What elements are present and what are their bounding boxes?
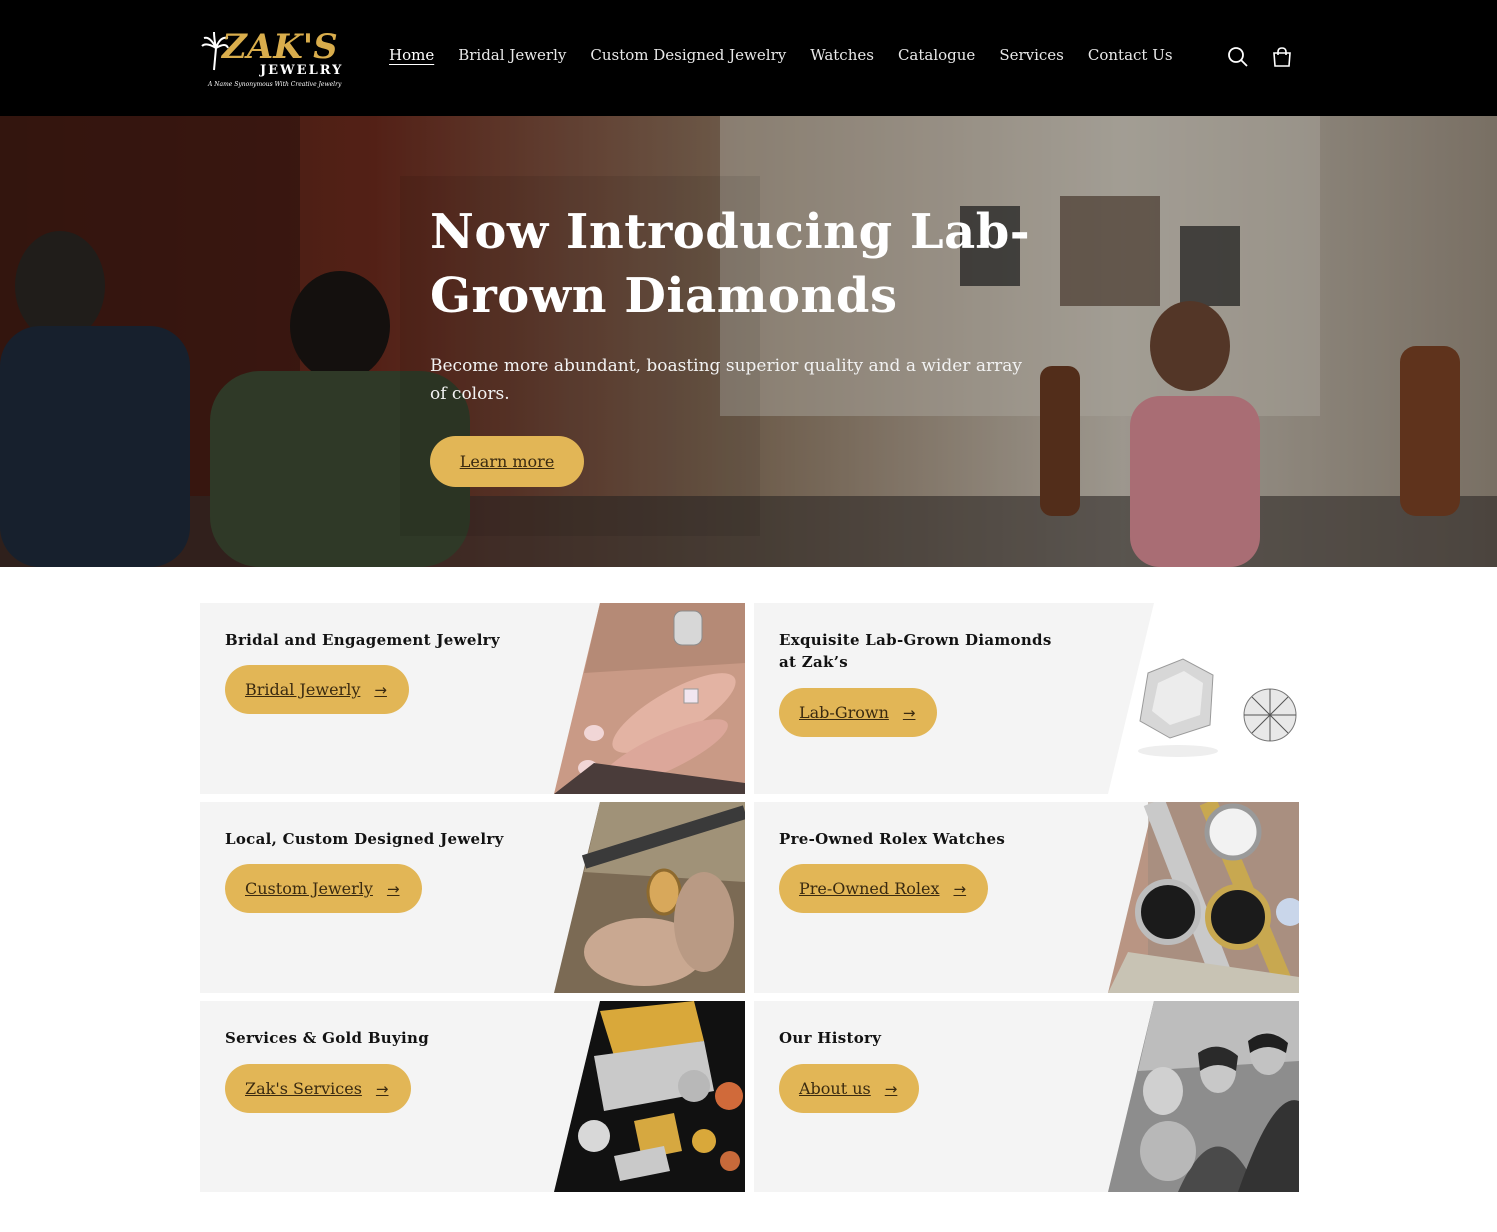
arrow-right-icon: → (953, 879, 967, 898)
card-history: Our History About us → (754, 1001, 1299, 1192)
ring-crafting-photo (554, 802, 745, 993)
nav-bridal-jewelry[interactable]: Bridal Jewerly (458, 46, 566, 64)
card-bridal: Bridal and Engagement Jewelry Bridal Jew… (200, 603, 745, 794)
card-lab-grown: Exquisite Lab-Grown Diamonds at Zak’s La… (754, 603, 1299, 794)
logo-name: ZAK'S (220, 27, 338, 67)
cart-icon[interactable] (1271, 46, 1293, 68)
card-title: Services & Gold Buying (225, 1029, 430, 1047)
arrow-right-icon: → (375, 1079, 389, 1098)
button-label: Custom Jewerly (245, 879, 373, 898)
zaks-logo[interactable]: ZAK'S JEWELRY A Name Synonymous With Cre… (200, 26, 352, 90)
arrow-right-icon: → (374, 680, 387, 699)
ring-hand-photo (554, 603, 745, 794)
hero-title: Now Introducing Lab-Grown Diamonds (430, 204, 1031, 324)
bridal-jewelry-button[interactable]: Bridal Jewerly → (225, 665, 409, 714)
family-history-photo (1108, 1001, 1299, 1192)
logo-tagline: A Name Synonymous With Creative Jewelry (207, 81, 342, 88)
main-nav: Home Bridal Jewerly Custom Designed Jewe… (389, 46, 1173, 64)
card-rolex: Pre-Owned Rolex Watches Pre-Owned Rolex → (754, 802, 1299, 993)
rolex-watches-photo (1108, 802, 1299, 993)
button-label: Lab-Grown (799, 703, 889, 722)
button-label: Zak's Services (245, 1079, 362, 1098)
nav-home[interactable]: Home (389, 46, 434, 64)
hero-banner: Now Introducing Lab-Grown Diamonds Becom… (0, 116, 1497, 567)
arrow-right-icon: → (902, 703, 916, 722)
button-label: Bridal Jewerly (245, 680, 361, 699)
lab-diamonds-photo (1108, 603, 1299, 794)
hero-text-block: Now Introducing Lab-Grown Diamonds Becom… (430, 200, 1060, 408)
search-icon[interactable] (1227, 46, 1249, 68)
card-title: Our History (779, 1029, 882, 1047)
button-label: Pre-Owned Rolex (799, 879, 940, 898)
nav-contact-us[interactable]: Contact Us (1088, 46, 1173, 64)
gold-coins-photo (554, 1001, 745, 1192)
about-us-button[interactable]: About us → (779, 1064, 920, 1113)
nav-services[interactable]: Services (999, 46, 1064, 64)
arrow-right-icon: → (386, 879, 400, 898)
zaks-services-button[interactable]: Zak's Services → (225, 1064, 411, 1113)
nav-custom-designed-jewelry[interactable]: Custom Designed Jewelry (590, 46, 786, 64)
logo-sub: JEWELRY (259, 63, 343, 78)
hero-subtitle: Become more abundant, boasting superior … (430, 356, 1022, 404)
button-label: About us (799, 1079, 871, 1098)
custom-jewelry-button[interactable]: Custom Jewerly → (225, 864, 422, 913)
learn-more-button[interactable]: Learn more (430, 436, 584, 487)
card-title: Exquisite Lab-Grown Diamonds at Zak’s (779, 631, 1052, 671)
card-title: Local, Custom Designed Jewelry (225, 830, 504, 848)
pre-owned-rolex-button[interactable]: Pre-Owned Rolex → (779, 864, 989, 913)
card-custom: Local, Custom Designed Jewelry Custom Je… (200, 802, 745, 993)
lab-grown-button[interactable]: Lab-Grown → (779, 688, 938, 737)
site-header: ZAK'S JEWELRY A Name Synonymous With Cre… (0, 0, 1497, 116)
card-services: Services & Gold Buying Zak's Services → (200, 1001, 745, 1192)
card-title: Pre-Owned Rolex Watches (779, 830, 1006, 848)
card-title: Bridal and Engagement Jewelry (225, 631, 500, 649)
arrow-right-icon: → (884, 1079, 898, 1098)
nav-watches[interactable]: Watches (810, 46, 874, 64)
nav-catalogue[interactable]: Catalogue (898, 46, 975, 64)
